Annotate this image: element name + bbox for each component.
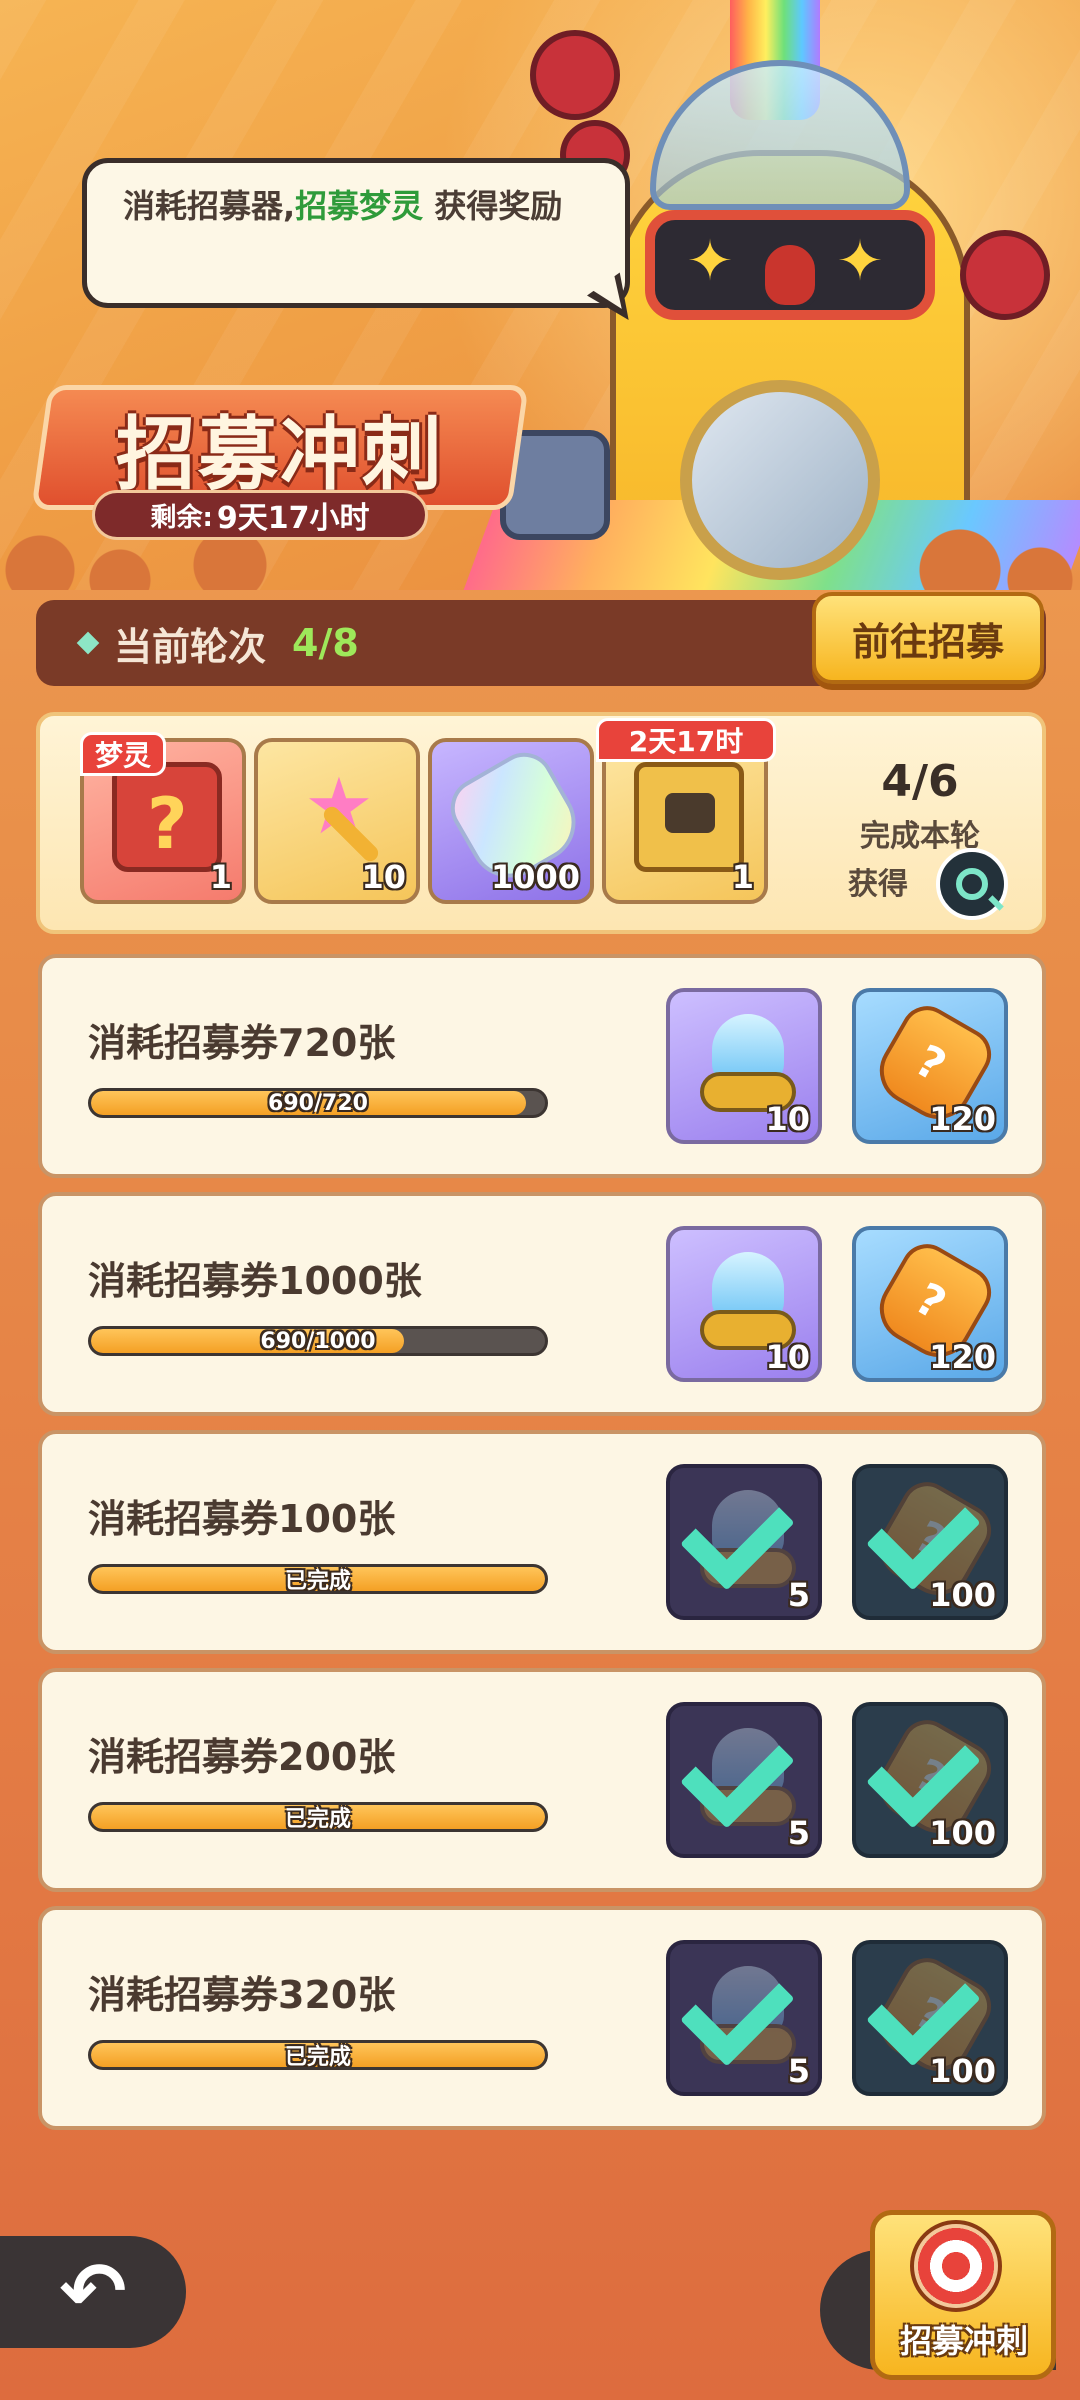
star-key-icon: ★	[286, 762, 396, 872]
robot-claw	[960, 230, 1050, 320]
progress-text: 已完成	[284, 1569, 351, 1594]
reward-count: 100	[929, 1576, 996, 1614]
timer-value: 9天17小时	[216, 501, 370, 536]
task-card: 消耗招募券1000张 690/1000 10 ? 120	[38, 1192, 1046, 1416]
blue-flame-icon	[700, 1252, 796, 1352]
reward-count: 120	[929, 1338, 996, 1376]
speech-bubble: 消耗招募器,招募梦灵 获得奖励	[82, 158, 630, 308]
reward-slot-soda-claimed: ? 100	[852, 1940, 1008, 2096]
task-title: 消耗招募券320张	[88, 1973, 396, 2017]
checkmark-icon	[878, 1502, 988, 1572]
reward-slot-flame-claimed: 5	[666, 1464, 822, 1620]
go-recruit-button[interactable]: 前往招募	[812, 592, 1044, 684]
task-progress-bar: 690/1000	[88, 1326, 548, 1356]
checkmark-icon	[878, 1740, 988, 1810]
progress-text: 已完成	[284, 2045, 351, 2070]
reward-count: 5	[787, 1814, 810, 1852]
task-card-completed: 消耗招募券200张 已完成 5 ? 100	[38, 1668, 1046, 1892]
magnifier-icon[interactable]	[936, 848, 1008, 920]
recruit-sprint-button[interactable]: 招募冲刺	[820, 2210, 1056, 2390]
reward-count: 100	[929, 2052, 996, 2090]
reward-item-gift-bag[interactable]: 1	[602, 738, 768, 904]
task-title: 消耗招募券1000张	[88, 1259, 422, 1303]
task-card-completed: 消耗招募券320张 已完成 5 ? 100	[38, 1906, 1046, 2130]
reward-count: 1	[731, 858, 754, 896]
event-title: 招募冲刺	[116, 407, 444, 501]
reward-slot-flame[interactable]: 10	[666, 1226, 822, 1382]
blue-flame-icon	[700, 1014, 796, 1114]
reward-slot-flame[interactable]: 10	[666, 988, 822, 1144]
reward-count: 100	[929, 1814, 996, 1852]
task-progress-bar: 已完成	[88, 1564, 548, 1594]
back-button[interactable]: ↶	[0, 2236, 186, 2348]
robot-eye-star: ✦	[836, 229, 884, 294]
reward-count: 120	[929, 1100, 996, 1138]
task-card: 消耗招募券720张 690/720 10 ? 120	[38, 954, 1046, 1178]
reward-slot-flame-claimed: 5	[666, 1940, 822, 2096]
round-rewards-card: ? 1 ★ 10 1000 1 梦灵 2天17时 4/6 完成本轮 获得	[36, 712, 1046, 934]
timer-label: 剩余:	[150, 502, 213, 533]
robot-mascot-illustration: ✦ ✦	[463, 0, 1080, 590]
diamond-icon	[76, 631, 100, 655]
reward-count: 10	[361, 858, 406, 896]
robot-dome	[650, 60, 910, 210]
countdown-timer: 剩余: 9天17小时	[92, 490, 428, 540]
task-card-completed: 消耗招募券100张 已完成 5 ? 100	[38, 1430, 1046, 1654]
checkmark-icon	[692, 1502, 802, 1572]
progress-text: 已完成	[284, 1807, 351, 1832]
bubble-text-suffix: 获得奖励	[423, 187, 563, 225]
robot-mouth	[760, 240, 820, 310]
reward-item-star-key[interactable]: ★ 10	[254, 738, 420, 904]
bubble-highlight: 招募梦灵	[295, 187, 424, 225]
reward-slot-soda-claimed: ? 100	[852, 1464, 1008, 1620]
task-progress-bar: 已完成	[88, 1802, 548, 1832]
sprite-tag: 梦灵	[80, 732, 167, 776]
round-value: 4/8	[292, 621, 359, 665]
reward-count: 5	[787, 1576, 810, 1614]
reward-slot-soda-claimed: ? 100	[852, 1702, 1008, 1858]
checkmark-icon	[692, 1740, 802, 1810]
reward-slot-flame-claimed: 5	[666, 1702, 822, 1858]
reward-count: 1000	[490, 858, 580, 896]
round-complete-text: 完成本轮	[860, 819, 980, 854]
task-title: 消耗招募券200张	[88, 1735, 396, 1779]
reward-item-rainbow-bottle[interactable]: 1000	[428, 738, 594, 904]
time-limit-tag: 2天17时	[596, 718, 776, 762]
back-arrow-icon: ↶	[59, 2245, 127, 2338]
checkmark-icon	[692, 1978, 802, 2048]
task-title: 消耗招募券720张	[88, 1021, 396, 1065]
target-dart-icon	[910, 2220, 1002, 2312]
checkmark-icon	[878, 1978, 988, 2048]
reward-count: 5	[787, 2052, 810, 2090]
task-progress-bar: 已完成	[88, 2040, 548, 2070]
robot-claw	[530, 30, 620, 120]
mystery-chest-icon: ?	[112, 762, 222, 872]
bubble-text: 消耗招募器,	[123, 187, 296, 225]
task-title: 消耗招募券100张	[88, 1497, 396, 1541]
task-progress-bar: 690/720	[88, 1088, 548, 1118]
progress-text: 690/1000	[260, 1328, 376, 1354]
progress-text: 690/720	[268, 1090, 368, 1116]
reward-slot-soda[interactable]: ? 120	[852, 988, 1008, 1144]
round-progress-value: 4/6	[881, 756, 959, 807]
sprint-button-label: 招募冲刺	[899, 2322, 1028, 2360]
reward-slot-soda[interactable]: ? 120	[852, 1226, 1008, 1382]
gift-bag-icon	[634, 762, 744, 872]
reward-count: 1	[209, 858, 232, 896]
reward-count: 10	[765, 1100, 810, 1138]
reward-count: 10	[765, 1338, 810, 1376]
round-label: 当前轮次	[114, 624, 267, 669]
robot-eye-star: ✦	[686, 229, 734, 294]
